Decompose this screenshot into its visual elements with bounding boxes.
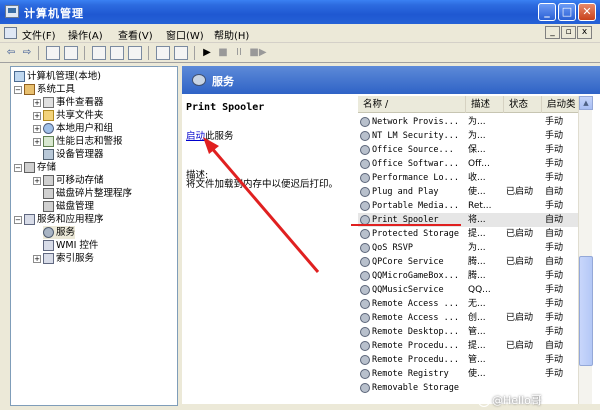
annotation-arrow <box>203 137 320 273</box>
watermark: @Hello哥 <box>478 392 542 408</box>
watermark-logo-icon <box>478 395 490 407</box>
computer-management-window: 计算机管理 _ □ ✕ 文件(F) 操作(A) 查看(V) 窗口(W) 帮助(H… <box>0 0 600 410</box>
watermark-text: @Hello哥 <box>492 394 542 407</box>
